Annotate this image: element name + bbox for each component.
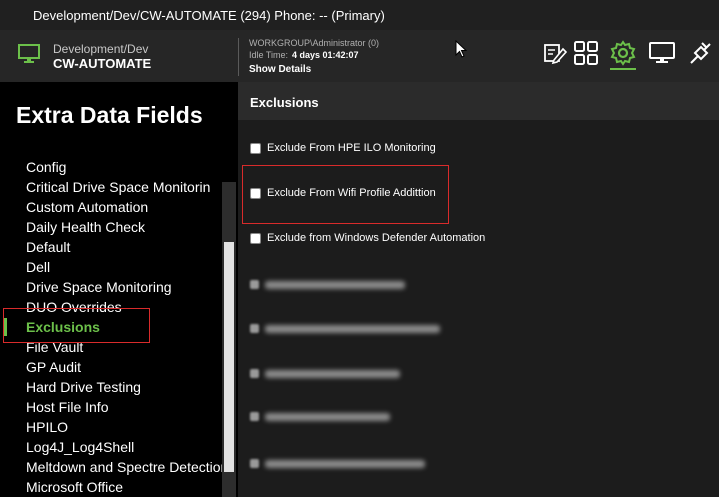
category-item-custom-automation[interactable]: Custom Automation [0, 197, 222, 217]
category-item-hpilo[interactable]: HPILO [0, 417, 222, 437]
checkbox-row-hpe-ilo[interactable]: Exclude From HPE ILO Monitoring [250, 142, 436, 154]
category-item-daily-health-check[interactable]: Daily Health Check [0, 217, 222, 237]
checkbox-label: Exclude from Windows Defender Automation [267, 232, 486, 244]
category-item-config[interactable]: Config [0, 157, 222, 177]
category-scrollbar[interactable] [222, 182, 236, 497]
grid-icon[interactable] [573, 40, 599, 66]
category-item-meltdown-spectre[interactable]: Meltdown and Spectre Detection [0, 457, 222, 477]
panel-title: Extra Data Fields [16, 102, 203, 128]
checkbox-label: Exclude From HPE ILO Monitoring [267, 142, 436, 154]
category-item-default[interactable]: Default [0, 237, 222, 257]
category-item-microsoft-office[interactable]: Microsoft Office [0, 477, 222, 497]
category-item-critical-drive-space[interactable]: Critical Drive Space Monitorin [0, 177, 222, 197]
computer-header: Development/Dev CW-AUTOMATE WORKGROUP\Ad… [0, 30, 719, 82]
show-details-link[interactable]: Show Details [249, 64, 311, 75]
category-item-host-file-info[interactable]: Host File Info [0, 397, 222, 417]
window-title-bar: Development/Dev/CW-AUTOMATE (294) Phone:… [0, 0, 719, 30]
idle-label: Idle Time: [249, 50, 289, 60]
redacted-label [265, 280, 405, 289]
redacted-label [265, 459, 425, 468]
category-item-hard-drive-testing[interactable]: Hard Drive Testing [0, 377, 222, 397]
idle-value: 4 days 01:42:07 [292, 50, 359, 60]
monitor-icon [18, 44, 40, 63]
redacted-checkbox [250, 412, 259, 421]
redacted-label [265, 412, 390, 421]
highlight-box-exclusions [3, 308, 150, 343]
mouse-cursor-icon [455, 40, 467, 58]
redacted-label [265, 369, 400, 378]
remote-screen-icon[interactable] [649, 40, 675, 66]
edit-icon[interactable] [542, 40, 568, 66]
window-title: Development/Dev/CW-AUTOMATE (294) Phone:… [33, 7, 385, 23]
scrollbar-thumb[interactable] [224, 242, 234, 472]
breadcrumb: Development/Dev [53, 42, 149, 56]
redacted-checkbox [250, 459, 259, 468]
exclusions-panel: Exclusions Exclude From HPE ILO Monitori… [238, 82, 719, 497]
extra-data-fields-panel: Extra Data Fields Config Critical Drive … [0, 82, 238, 497]
redacted-checkbox [250, 369, 259, 378]
category-item-log4j[interactable]: Log4J_Log4Shell [0, 437, 222, 457]
plug-icon[interactable] [688, 40, 714, 66]
redacted-row [250, 369, 400, 378]
exclusions-header: Exclusions [238, 82, 719, 120]
category-item-dell[interactable]: Dell [0, 257, 222, 277]
redacted-row [250, 459, 425, 468]
checkbox[interactable] [250, 232, 261, 244]
checkbox[interactable] [250, 142, 261, 154]
header-divider [238, 38, 239, 76]
category-item-drive-space-monitoring[interactable]: Drive Space Monitoring [0, 277, 222, 297]
idle-time: Idle Time: 4 days 01:42:07 [249, 50, 359, 60]
exclusions-title: Exclusions [250, 95, 319, 110]
machine-name: CW-AUTOMATE [53, 56, 152, 71]
logged-in-user: WORKGROUP\Administrator (0) [249, 38, 380, 48]
redacted-checkbox [250, 280, 259, 289]
redacted-row [250, 280, 405, 289]
redacted-label [265, 324, 440, 333]
gear-icon[interactable] [610, 40, 636, 70]
category-item-gp-audit[interactable]: GP Audit [0, 357, 222, 377]
redacted-row [250, 324, 440, 333]
checkbox-row-windows-defender[interactable]: Exclude from Windows Defender Automation [250, 232, 485, 244]
redacted-row [250, 412, 390, 421]
highlight-box-wifi-profile [242, 165, 449, 224]
redacted-checkbox [250, 324, 259, 333]
